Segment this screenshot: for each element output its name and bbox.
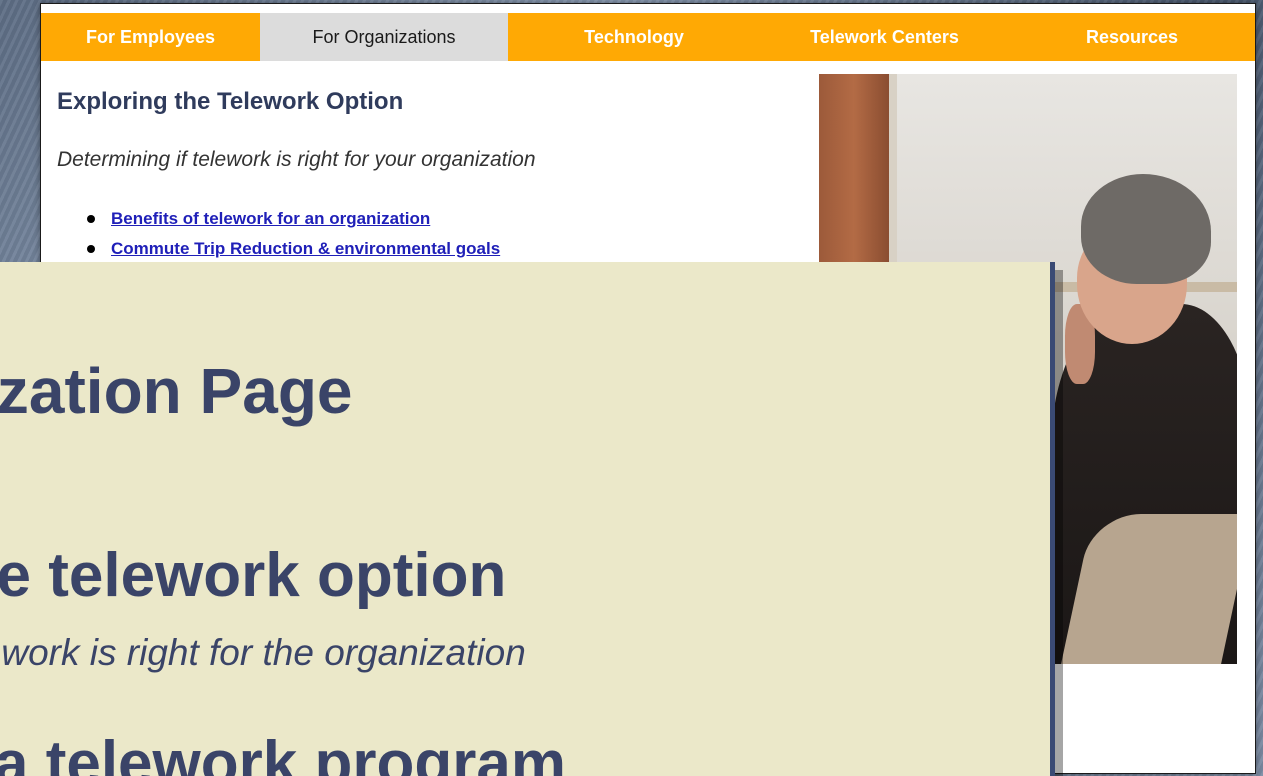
commute-trip-reduction-link[interactable]: Commute Trip Reduction & environmental g… xyxy=(111,239,500,258)
list-item: Benefits of telework for an organization xyxy=(79,204,500,234)
list-item: Commute Trip Reduction & environmental g… xyxy=(79,234,500,264)
tab-label: Telework Centers xyxy=(810,26,959,47)
tab-label: Technology xyxy=(584,26,684,47)
main-nav-bar: For Employees For Organizations Technolo… xyxy=(41,13,1255,61)
tab-technology[interactable]: Technology xyxy=(508,13,760,61)
overlay-heading-2: a telework program xyxy=(0,729,566,776)
link-list: Benefits of telework for an organization… xyxy=(79,204,500,264)
benefits-link[interactable]: Benefits of telework for an organization xyxy=(111,209,430,228)
overlay-heading: the telework option xyxy=(0,541,507,610)
overlay-title: nization Page xyxy=(0,355,353,427)
overlay-shadow xyxy=(1055,270,1063,776)
page-subtitle: Determining if telework is right for you… xyxy=(57,148,536,171)
tab-label: For Organizations xyxy=(312,26,456,47)
tab-label: For Employees xyxy=(85,26,216,47)
overlay-subheading: elework is right for the organization xyxy=(0,632,526,673)
tab-label: Resources xyxy=(1085,26,1179,47)
tab-for-organizations[interactable]: For Organizations xyxy=(260,13,508,61)
slide-text-overlay: nization Page the telework option elewor… xyxy=(0,262,1055,776)
page-title: Exploring the Telework Option xyxy=(57,88,404,115)
tab-resources[interactable]: Resources xyxy=(1009,13,1255,61)
tab-telework-centers[interactable]: Telework Centers xyxy=(760,13,1009,61)
tab-for-employees[interactable]: For Employees xyxy=(41,13,260,61)
